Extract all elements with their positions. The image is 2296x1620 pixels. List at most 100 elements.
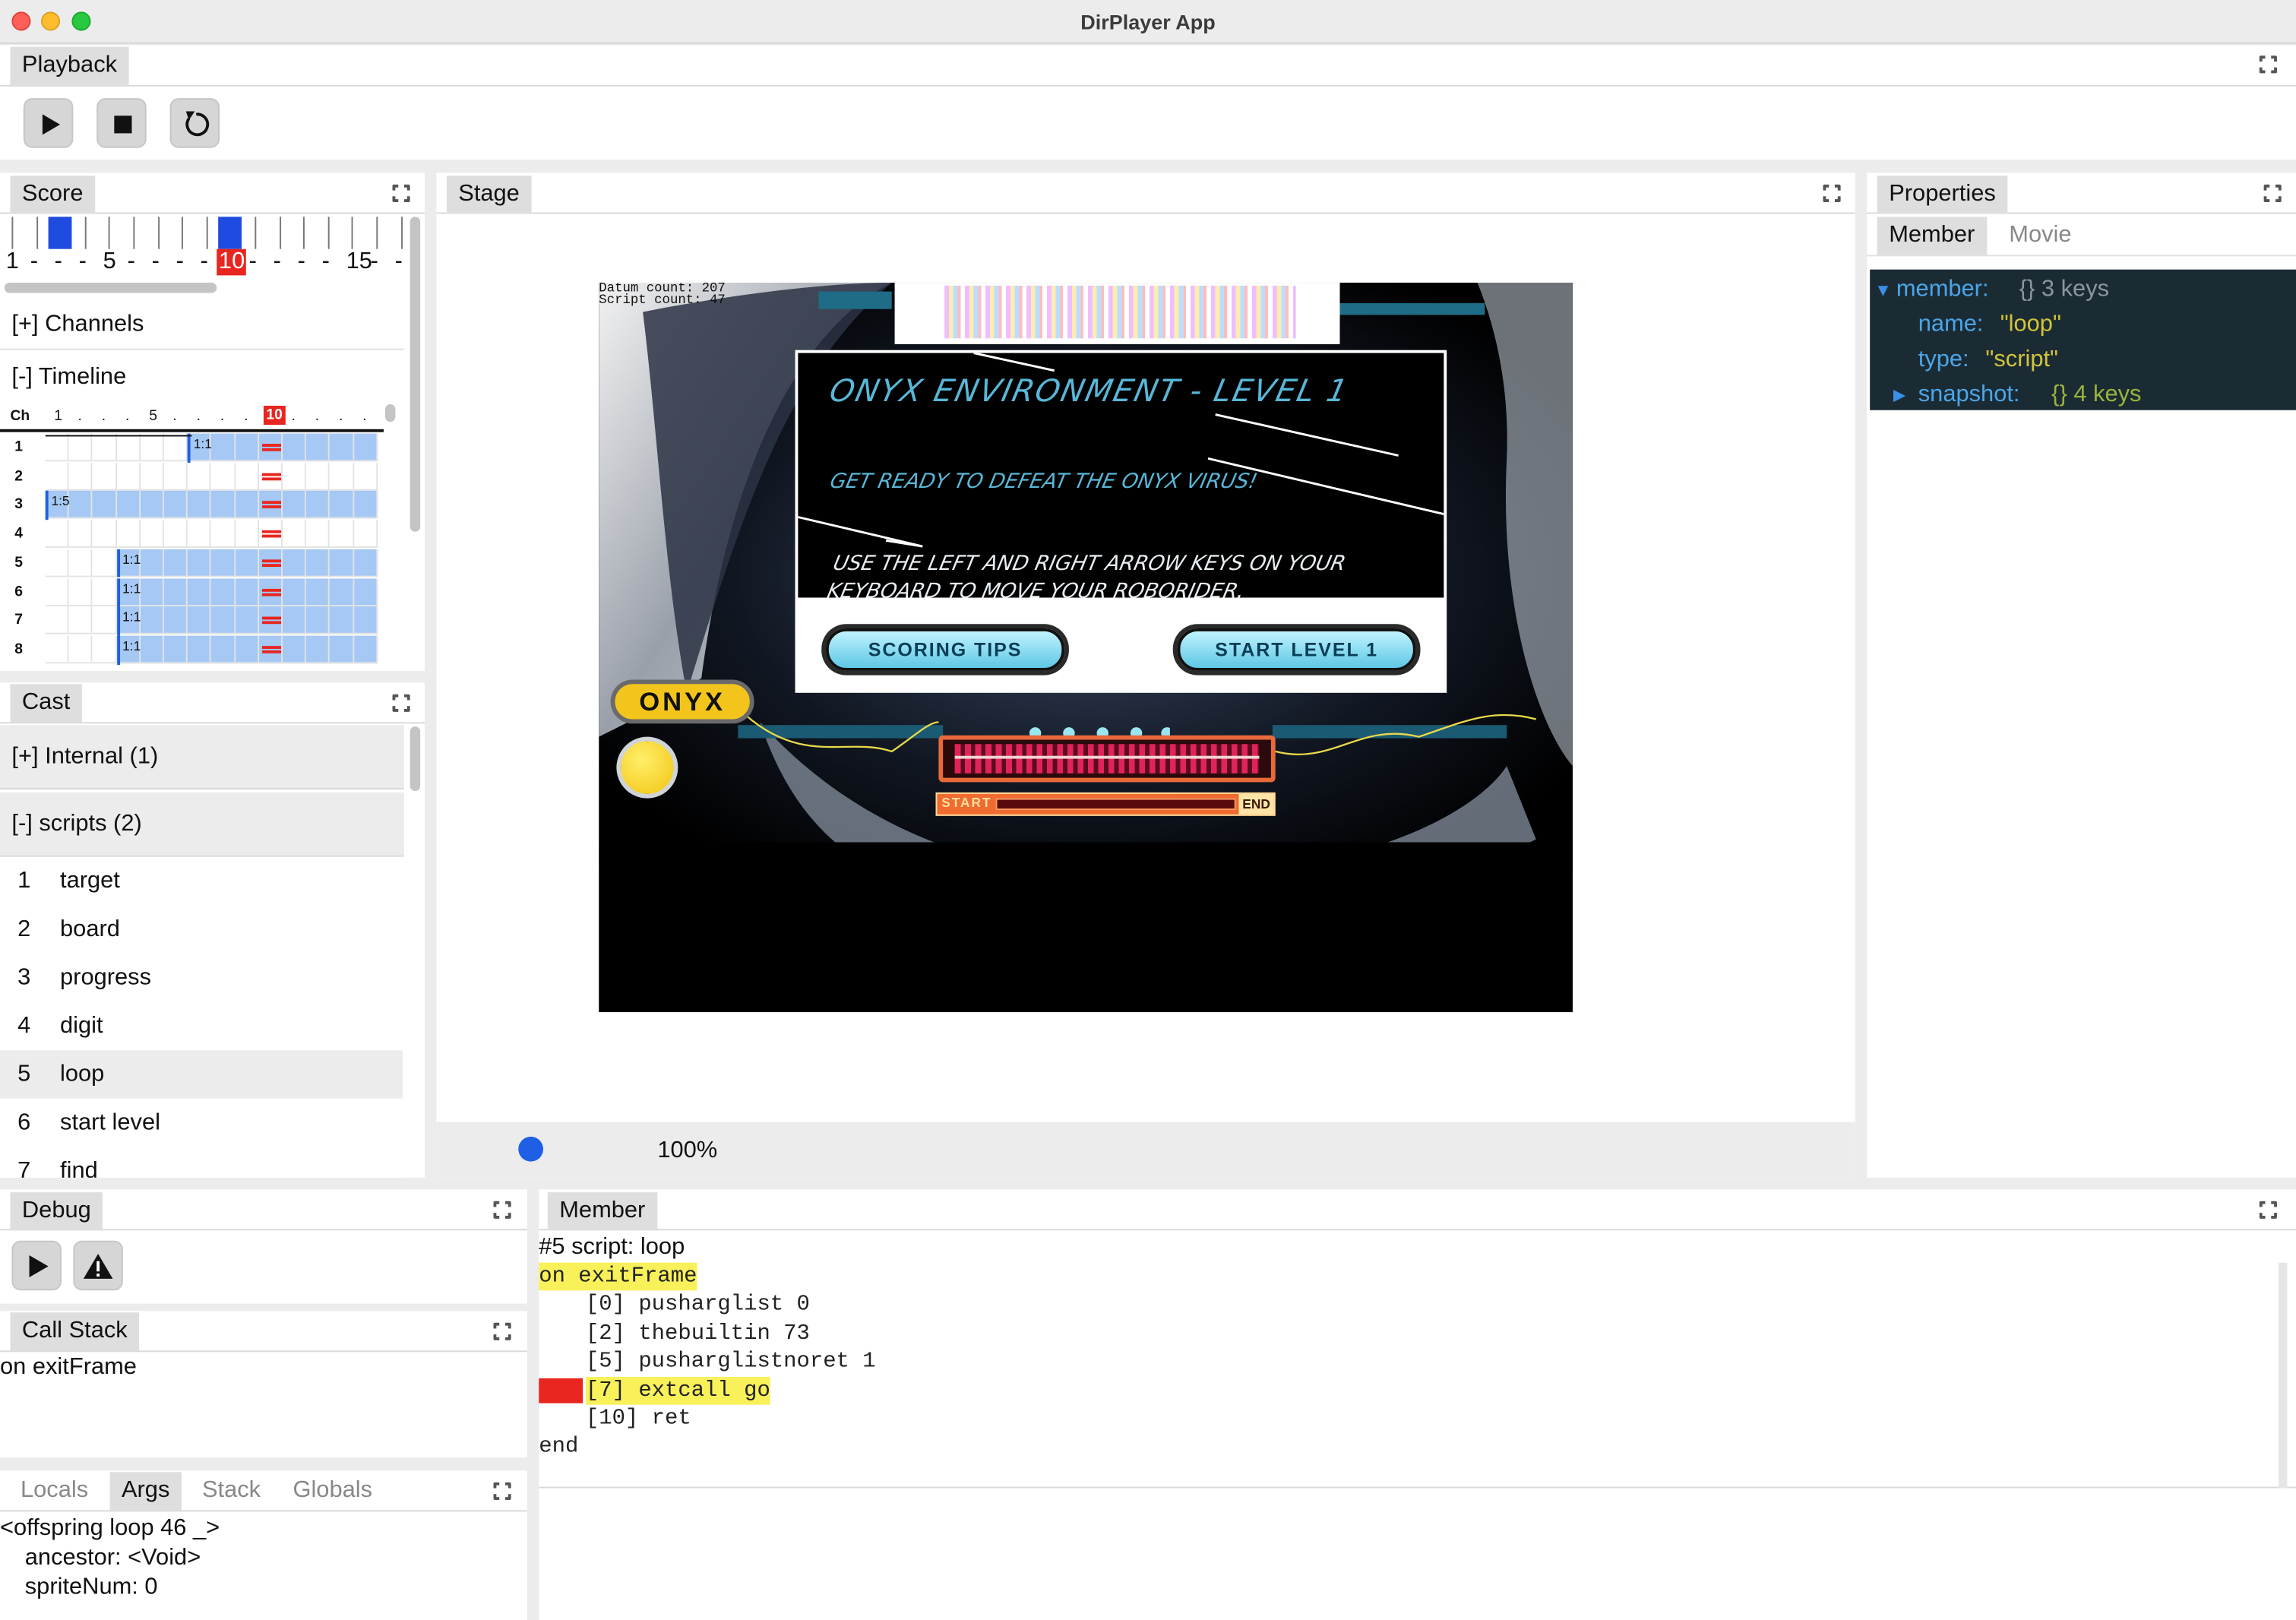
expand-icon[interactable] xyxy=(391,692,412,713)
timeline-empty-cell[interactable] xyxy=(140,462,164,491)
timeline-sprite-cell[interactable] xyxy=(140,491,164,520)
timeline-empty-cell[interactable] xyxy=(45,462,69,491)
bytecode-line[interactable]: [5] pusharglistnoret 1 xyxy=(539,1348,1417,1376)
subtab-member[interactable]: Member xyxy=(1877,217,1987,255)
cast-vscrollbar[interactable] xyxy=(410,726,421,791)
timeline-sprite-cell[interactable] xyxy=(282,433,307,462)
cast-member-row[interactable]: 7 find xyxy=(0,1147,403,1178)
cast-member-row[interactable]: 1 target xyxy=(0,856,403,906)
tab-globals[interactable]: Globals xyxy=(281,1472,384,1510)
timeline-empty-cell[interactable] xyxy=(68,606,93,635)
timeline-empty-cell[interactable] xyxy=(282,462,307,491)
cast-member-row[interactable]: 5 loop xyxy=(0,1050,403,1099)
score-frame-tick[interactable] xyxy=(352,217,354,249)
timeline-empty-cell[interactable] xyxy=(68,520,93,549)
score-frame-tick[interactable] xyxy=(303,217,305,249)
tab-stack[interactable]: Stack xyxy=(191,1472,273,1510)
start-level-button[interactable]: START LEVEL 1 xyxy=(1177,628,1416,671)
timeline-vscrollbar[interactable] xyxy=(384,404,396,422)
timeline-empty-cell[interactable] xyxy=(306,462,330,491)
timeline-empty-cell[interactable] xyxy=(93,433,117,462)
timeline-sprite-cell[interactable] xyxy=(330,433,354,462)
timeline-empty-cell[interactable] xyxy=(306,520,330,549)
score-overview-ticks[interactable] xyxy=(0,217,404,249)
cast-group-internal[interactable]: [+] Internal (1) xyxy=(0,725,404,790)
expand-icon[interactable] xyxy=(2257,54,2279,75)
timeline-sprite-cell[interactable] xyxy=(235,433,259,462)
timeline-sprite-cell[interactable] xyxy=(211,577,236,606)
timeline-empty-cell[interactable] xyxy=(93,577,117,606)
tab-call-stack[interactable]: Call Stack xyxy=(10,1312,140,1351)
debug-warning-button[interactable] xyxy=(73,1240,123,1291)
timeline-sprite-cell[interactable] xyxy=(282,606,307,635)
timeline-empty-cell[interactable] xyxy=(45,577,69,606)
timeline-empty-cell[interactable] xyxy=(116,433,141,462)
expand-icon[interactable] xyxy=(2262,182,2283,204)
timeline-sprite-cell[interactable] xyxy=(235,491,259,520)
timeline-sprite-cell[interactable] xyxy=(93,491,117,520)
expand-icon[interactable] xyxy=(1821,182,1842,204)
tree-expand-icon[interactable]: ▶ xyxy=(1893,385,1905,404)
tab-stage[interactable]: Stage xyxy=(446,176,532,214)
timeline-sprite-cell[interactable] xyxy=(353,549,378,577)
score-frame-tick[interactable] xyxy=(327,217,330,249)
timeline-sprite-cell[interactable] xyxy=(330,606,354,635)
timeline-sprite-cell[interactable] xyxy=(163,606,188,635)
score-frame-tick[interactable] xyxy=(376,217,378,249)
timeline-empty-cell[interactable] xyxy=(68,577,93,606)
timeline-empty-cell[interactable] xyxy=(163,433,188,462)
expand-icon[interactable] xyxy=(2257,1199,2279,1220)
timeline-sprite-cell[interactable] xyxy=(235,549,259,577)
timeline-sprite-cell[interactable] xyxy=(211,433,236,462)
timeline-empty-cell[interactable] xyxy=(188,462,212,491)
bytecode-line[interactable]: [7] extcall go xyxy=(539,1376,1417,1404)
score-frame-tick[interactable] xyxy=(109,217,111,249)
timeline-sprite-cell[interactable] xyxy=(330,577,354,606)
timeline-empty-cell[interactable] xyxy=(68,462,93,491)
timeline-sprite-cell[interactable] xyxy=(330,549,354,577)
bytecode-line[interactable]: on exitFrame xyxy=(539,1262,1417,1291)
timeline-sprite-cell[interactable] xyxy=(163,491,188,520)
score-frame-tick[interactable] xyxy=(84,217,87,249)
timeline-sprite-cell[interactable] xyxy=(306,606,330,635)
channels-toggle[interactable]: [+] Channels xyxy=(11,312,144,339)
timeline-empty-cell[interactable] xyxy=(163,520,188,549)
bytecode-line[interactable]: [10] ret xyxy=(539,1405,1417,1433)
timeline-empty-cell[interactable] xyxy=(163,462,188,491)
timeline-sprite-cell[interactable] xyxy=(211,491,236,520)
expand-icon[interactable] xyxy=(492,1480,513,1501)
timeline-sprite-cell[interactable] xyxy=(140,635,164,664)
timeline-sprite-cell[interactable] xyxy=(68,491,93,520)
expand-icon[interactable] xyxy=(492,1199,513,1220)
timeline-sprite-cell[interactable] xyxy=(188,635,212,664)
timeline-sprite-cell[interactable] xyxy=(140,577,164,606)
tab-args[interactable]: Args xyxy=(109,1472,182,1511)
timeline-sprite-cell[interactable] xyxy=(353,491,378,520)
bytecode-line[interactable]: end xyxy=(539,1433,1417,1461)
tree-collapse-icon[interactable]: ▼ xyxy=(1874,280,1892,300)
timeline-empty-cell[interactable] xyxy=(45,635,69,664)
timeline-sprite-cell[interactable] xyxy=(116,491,141,520)
tab-member[interactable]: Member xyxy=(547,1192,657,1231)
timeline-sprite-cell[interactable] xyxy=(140,549,164,577)
timeline-sprite-cell[interactable] xyxy=(188,606,212,635)
timeline-empty-cell[interactable] xyxy=(68,433,93,462)
timeline-empty-cell[interactable] xyxy=(93,549,117,577)
timeline-empty-cell[interactable] xyxy=(330,520,354,549)
timeline-sprite-cell[interactable] xyxy=(211,606,236,635)
timeline-sprite-cell[interactable] xyxy=(282,549,307,577)
timeline-sprite-cell[interactable] xyxy=(306,433,330,462)
game-yellow-button[interactable] xyxy=(616,736,678,799)
timeline-sprite-cell[interactable] xyxy=(330,491,354,520)
cast-member-row[interactable]: 6 start level xyxy=(0,1098,403,1147)
tab-locals[interactable]: Locals xyxy=(9,1472,100,1510)
stop-button[interactable] xyxy=(96,98,147,148)
score-frame-tick[interactable] xyxy=(157,217,160,249)
score-frame-tick[interactable] xyxy=(36,217,38,249)
timeline-sprite-cell[interactable] xyxy=(163,635,188,664)
timeline-sprite-cell[interactable] xyxy=(235,577,259,606)
score-frame-tick[interactable] xyxy=(279,217,281,249)
play-button[interactable] xyxy=(23,98,74,148)
timeline-sprite-cell[interactable] xyxy=(306,549,330,577)
timeline-empty-cell[interactable] xyxy=(140,520,164,549)
